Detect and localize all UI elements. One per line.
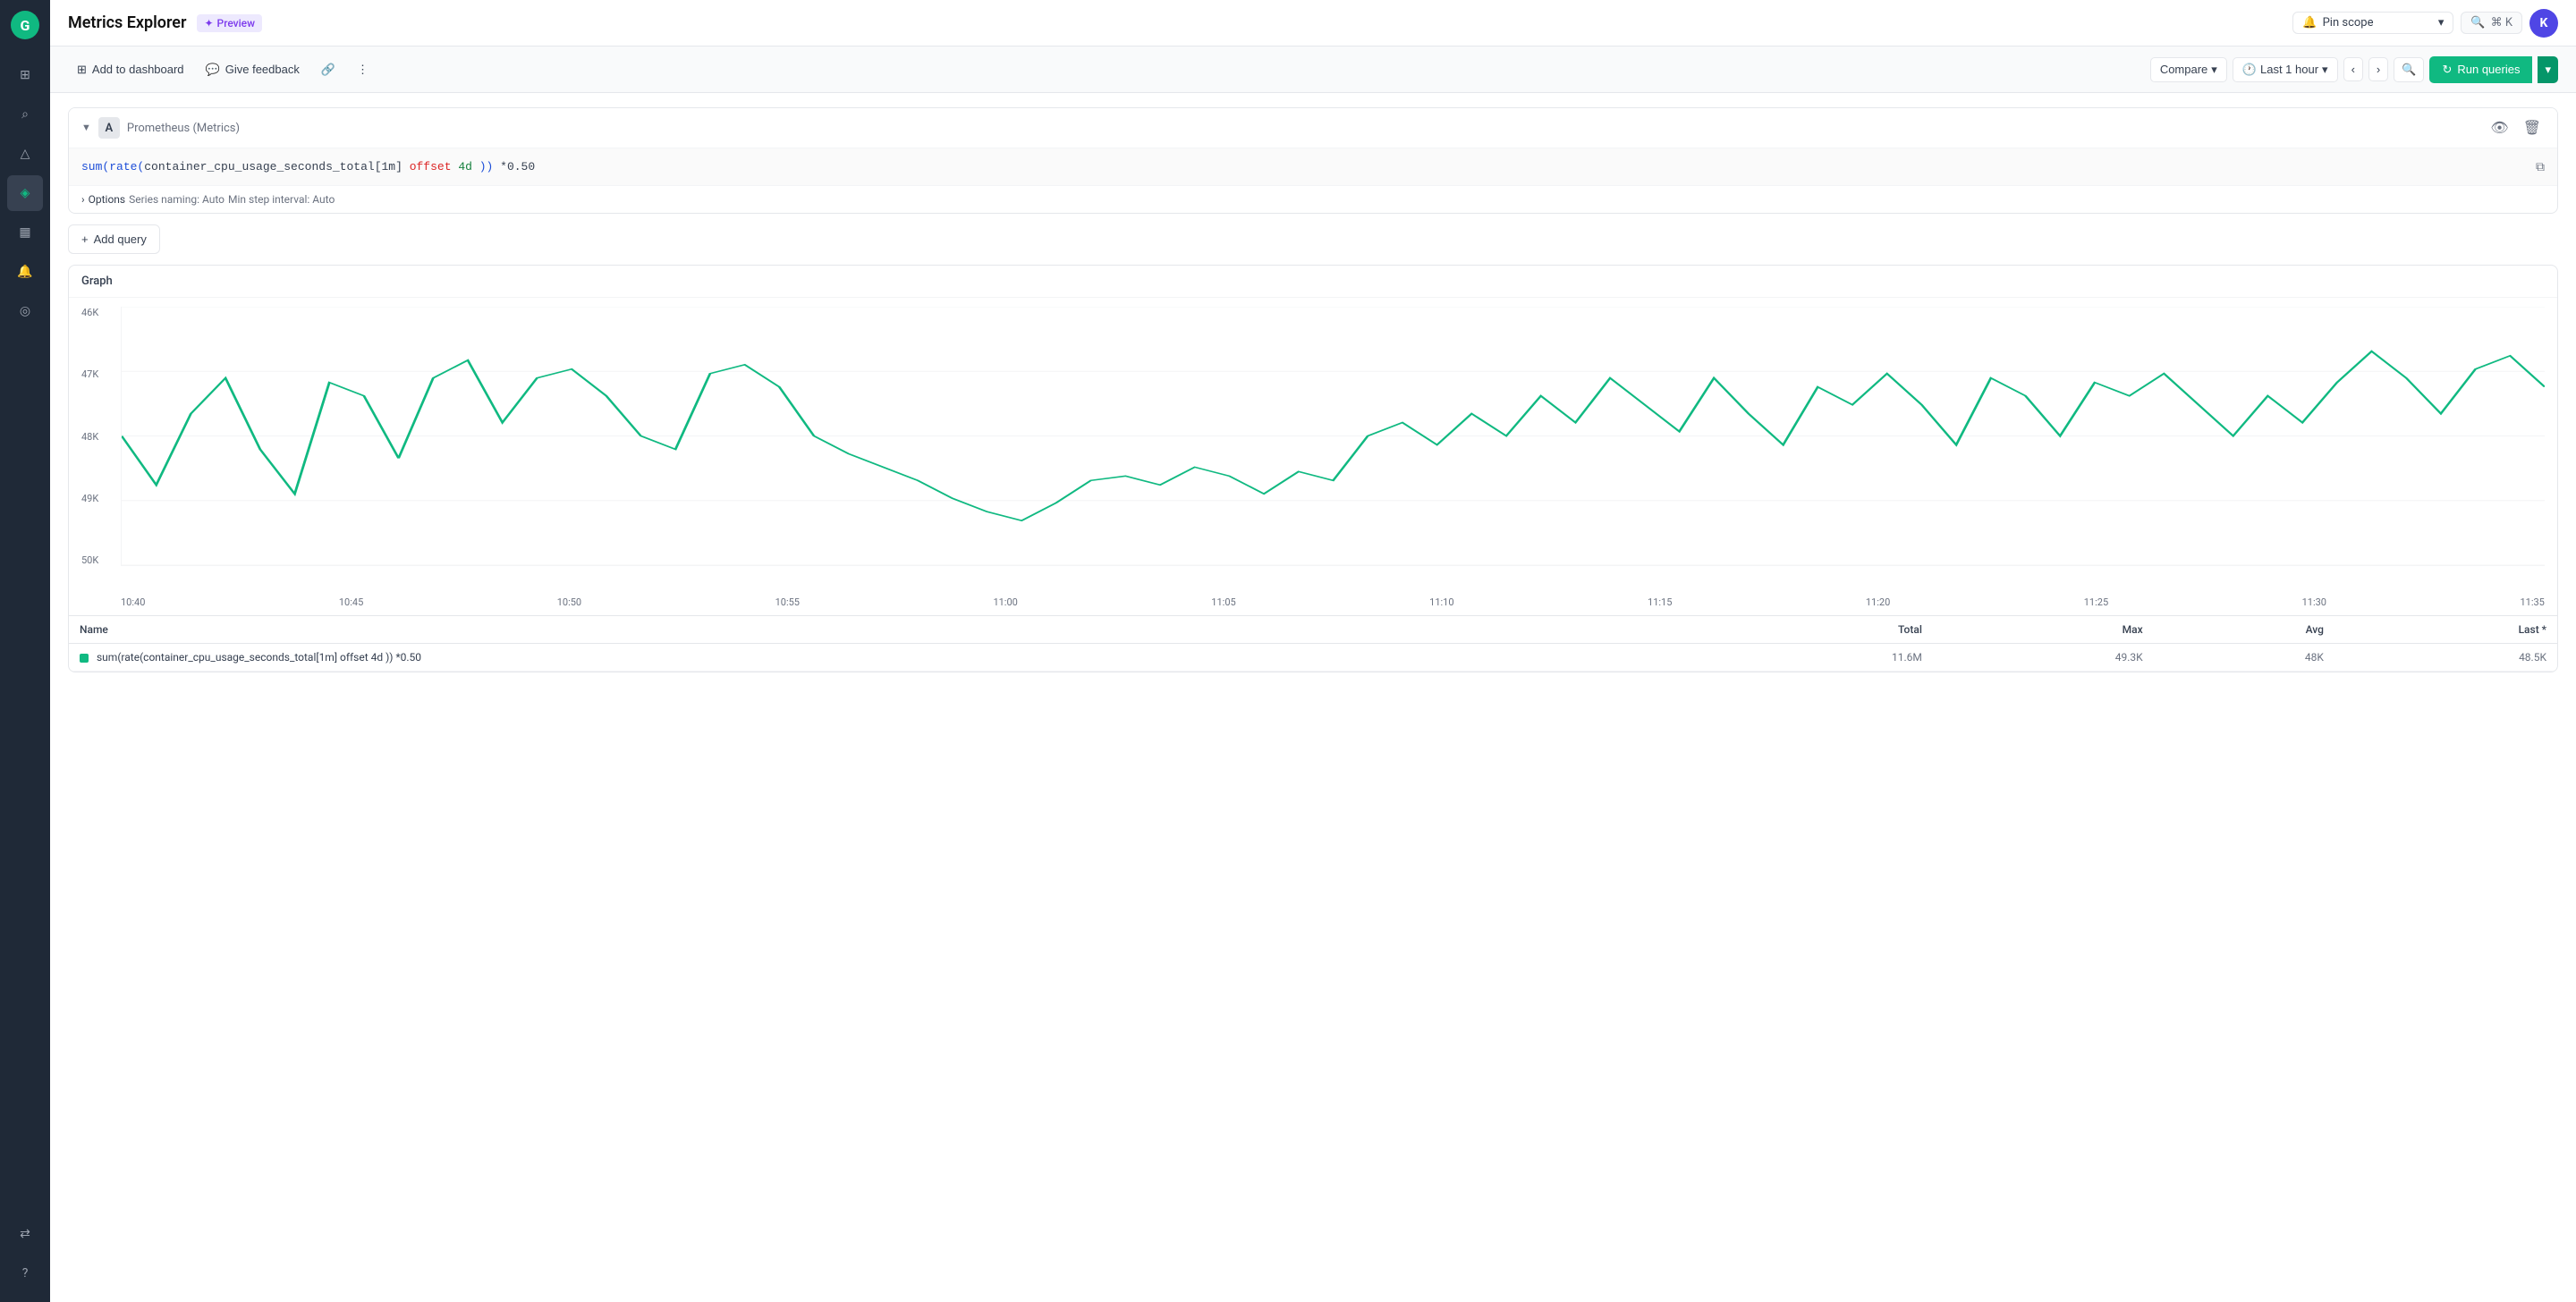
chart-svg <box>122 307 2545 565</box>
more-options-button[interactable]: ⋮ <box>348 57 377 82</box>
col-avg: Avg <box>2154 616 2334 644</box>
query-block-a: ▼ A Prometheus (Metrics) 👁 🗑 sum(rate(co… <box>68 107 2558 214</box>
query-header: ▼ A Prometheus (Metrics) 👁 🗑 <box>69 108 2557 148</box>
graph-canvas: 50K 49K 48K 47K 46K <box>81 307 2545 593</box>
data-table: Name Total Max Avg Last * sum(rate(conta… <box>69 615 2557 672</box>
query-label: A <box>98 117 120 139</box>
page-title: Metrics Explorer <box>68 13 186 32</box>
sidebar-item-explore[interactable]: ◎ <box>7 293 43 329</box>
sidebar-item-metrics[interactable]: ◈ <box>7 175 43 211</box>
avatar[interactable]: K <box>2529 9 2558 38</box>
link-icon: 🔗 <box>321 63 335 77</box>
row-max: 49.3K <box>1933 644 2154 672</box>
code-range: [1m] <box>375 160 402 173</box>
sidebar-item-integrations[interactable]: ⇄ <box>7 1216 43 1252</box>
app-logo[interactable]: G <box>11 11 39 39</box>
y-axis-labels: 50K 49K 48K 47K 46K <box>81 307 117 566</box>
row-total: 11.6M <box>1700 644 1933 672</box>
table-row: sum(rate(container_cpu_usage_seconds_tot… <box>69 644 2557 672</box>
preview-badge: ✦ Preview <box>197 14 262 32</box>
query-code: sum(rate(container_cpu_usage_seconds_tot… <box>81 160 2529 173</box>
topbar-actions: 🔔 Pin scope ▾ 🔍 ⌘ K K <box>2292 9 2558 38</box>
add-to-dashboard-button[interactable]: ⊞ Add to dashboard <box>68 57 193 82</box>
sidebar-item-search[interactable]: ⌕ <box>7 97 43 132</box>
give-feedback-button[interactable]: 💬 Give feedback <box>197 57 309 82</box>
sidebar-item-home[interactable]: ⊞ <box>7 57 43 93</box>
compare-button[interactable]: Compare ▾ <box>2150 57 2227 82</box>
col-max: Max <box>1933 616 2154 644</box>
graph-container: 50K 49K 48K 47K 46K <box>69 298 2557 615</box>
sidebar-item-dashboard[interactable]: ▦ <box>7 215 43 250</box>
refresh-icon: ↻ <box>2442 63 2452 77</box>
sidebar-bottom: ⇄ ? <box>7 1216 43 1291</box>
graph-section: Graph 50K 49K 48K 47K 46K <box>68 265 2558 672</box>
time-nav-back-button[interactable]: ‹ <box>2343 57 2363 81</box>
col-name: Name <box>69 616 1700 644</box>
copy-code-button[interactable]: ⧉ <box>2536 159 2545 174</box>
sidebar: G ⊞ ⌕ △ ◈ ▦ 🔔 ◎ ⇄ ? <box>0 0 50 1302</box>
time-chevron: ▾ <box>2322 63 2328 77</box>
query-delete-button[interactable]: 🗑 <box>2520 117 2545 139</box>
pin-scope-selector[interactable]: 🔔 Pin scope ▾ <box>2292 12 2453 34</box>
chart-area <box>121 307 2545 566</box>
pin-scope-icon: 🔔 <box>2302 16 2317 30</box>
more-icon: ⋮ <box>357 63 369 77</box>
series-color <box>80 654 89 663</box>
x-axis-labels: 10:40 10:45 10:50 10:55 11:00 11:05 11:1… <box>121 593 2545 615</box>
row-name: sum(rate(container_cpu_usage_seconds_tot… <box>69 644 1700 672</box>
code-mult: *0.50 <box>500 160 535 173</box>
query-header-actions: 👁 🗑 <box>2487 117 2545 139</box>
run-queries-dropdown-button[interactable]: ▾ <box>2538 56 2558 83</box>
time-nav-forward-button[interactable]: › <box>2368 57 2388 81</box>
preview-icon: ✦ <box>204 17 213 30</box>
sidebar-item-bell[interactable]: 🔔 <box>7 254 43 290</box>
col-last: Last * <box>2334 616 2557 644</box>
query-visibility-button[interactable]: 👁 <box>2487 117 2512 139</box>
dashboard-icon: ⊞ <box>77 63 87 77</box>
options-toggle[interactable]: › Options <box>81 193 125 206</box>
query-collapse-button[interactable]: ▼ <box>81 123 91 133</box>
row-last: 48.5K <box>2334 644 2557 672</box>
feedback-icon: 💬 <box>206 63 220 77</box>
clock-icon: 🕐 <box>2242 63 2257 77</box>
code-sum: sum( <box>81 160 109 173</box>
query-editor[interactable]: sum(rate(container_cpu_usage_seconds_tot… <box>69 148 2557 186</box>
code-offset-val: 4d <box>458 160 479 173</box>
plus-icon: + <box>81 232 89 246</box>
zoom-button[interactable]: 🔍 <box>2394 57 2424 82</box>
add-query-button[interactable]: + Add query <box>68 224 160 254</box>
search-icon: 🔍 <box>2470 16 2485 30</box>
toolbar-right: Compare ▾ 🕐 Last 1 hour ▾ ‹ › 🔍 ↻ Run qu… <box>2150 56 2558 83</box>
compare-chevron: ▾ <box>2211 63 2217 77</box>
time-range-button[interactable]: 🕐 Last 1 hour ▾ <box>2233 57 2338 82</box>
code-close: )) <box>479 160 500 173</box>
topbar: Metrics Explorer ✦ Preview 🔔 Pin scope ▾… <box>50 0 2576 46</box>
code-offset: offset <box>402 160 458 173</box>
query-source: Prometheus (Metrics) <box>127 122 240 135</box>
run-queries-button[interactable]: ↻ Run queries <box>2429 56 2532 83</box>
sidebar-item-help[interactable]: ? <box>7 1256 43 1291</box>
link-button[interactable]: 🔗 <box>312 57 344 82</box>
code-metric: container_cpu_usage_seconds_total <box>144 160 374 173</box>
sidebar-item-alerts[interactable]: △ <box>7 136 43 172</box>
pin-scope-chevron: ▾ <box>2438 16 2445 30</box>
global-search[interactable]: 🔍 ⌘ K <box>2461 12 2522 34</box>
main-content: Metrics Explorer ✦ Preview 🔔 Pin scope ▾… <box>50 0 2576 1302</box>
toolbar: ⊞ Add to dashboard 💬 Give feedback 🔗 ⋮ C… <box>50 46 2576 93</box>
query-options: › Options Series naming: Auto Min step i… <box>69 186 2557 213</box>
graph-title: Graph <box>69 266 2557 298</box>
row-avg: 48K <box>2154 644 2334 672</box>
content-area: ▼ A Prometheus (Metrics) 👁 🗑 sum(rate(co… <box>50 93 2576 1302</box>
code-rate: rate( <box>109 160 144 173</box>
col-total: Total <box>1700 616 1933 644</box>
